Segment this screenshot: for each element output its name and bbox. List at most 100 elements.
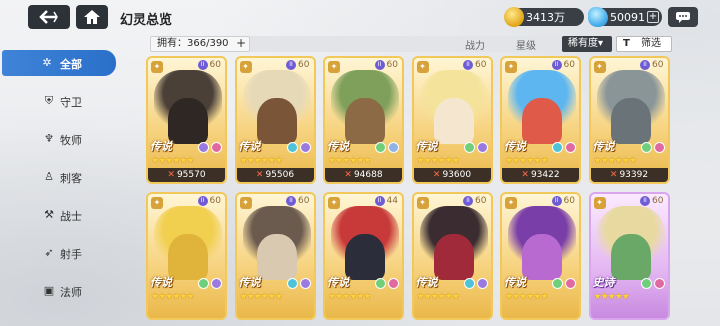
home-button[interactable] xyxy=(76,5,108,29)
sidebar-item-mage[interactable]: ▣ 法师 xyxy=(12,278,116,304)
element-icon xyxy=(653,142,665,153)
star-rating: ★★★★★ xyxy=(593,292,630,302)
hero-level: II 60 xyxy=(197,60,221,70)
hero-level: II 60 xyxy=(286,60,310,70)
sort-tab-rarity[interactable]: 稀有度▾ xyxy=(562,36,612,52)
rarity-label: 传说 xyxy=(415,276,438,289)
tier-icon: II xyxy=(640,60,651,70)
hero-grid: ✦ II 60 传说 ★★★★★★ ✕ 95570 ✦ II 60 传说 ★★★★… xyxy=(146,56,676,326)
staff-icon: ♆ xyxy=(44,132,54,145)
rarity-label: 传说 xyxy=(504,276,526,289)
sidebar-item-guardian[interactable]: ⛨ 守卫 xyxy=(12,88,116,114)
hero-card[interactable]: ✦ II 60 传说 ★★★★★★ xyxy=(146,192,227,320)
hero-card[interactable]: ✦ II 60 传说 ★★★★★★ xyxy=(234,192,316,320)
power-bar: ✕ 95506 xyxy=(236,168,314,182)
element-icon xyxy=(552,278,563,289)
hero-body xyxy=(522,98,562,144)
class-icon: ✦ xyxy=(239,197,252,209)
gem-icon xyxy=(588,7,608,27)
hero-level: II 60 xyxy=(640,60,664,70)
hero-body xyxy=(433,98,474,144)
element-icon xyxy=(552,142,563,153)
back-button[interactable] xyxy=(28,5,70,29)
sidebar-item-all[interactable]: ✲ 全部 xyxy=(2,50,116,76)
rarity-label: 传说 xyxy=(238,276,261,289)
element-icon xyxy=(286,278,298,289)
hood-icon: ♙ xyxy=(44,170,54,183)
gold-counter: 3413万 xyxy=(504,7,584,27)
hero-level: II 60 xyxy=(551,60,575,70)
hero-level: II 60 xyxy=(640,196,664,206)
power-bar: ✕ 93422 xyxy=(502,168,579,182)
sort-tab-stars[interactable]: 星级 xyxy=(516,37,536,52)
back-arrow-icon xyxy=(39,10,58,24)
sort-tab-power[interactable]: 战力 xyxy=(465,37,485,52)
hero-level: II 44 xyxy=(374,196,398,206)
class-icon: ✦ xyxy=(416,197,429,209)
level-value: 60 xyxy=(475,60,487,70)
add-gems-button[interactable]: + xyxy=(647,11,659,23)
rarity-label: 传说 xyxy=(150,140,172,153)
power-bar: ✕ 95570 xyxy=(148,168,225,182)
sword-icon: ✕ xyxy=(344,170,352,180)
hero-body xyxy=(168,98,208,144)
star-rating: ★★★★★★ xyxy=(151,292,194,302)
hero-card[interactable]: ✦ II 60 传说 ★★★★★★ ✕ 93600 xyxy=(411,56,493,184)
star-rating: ★★★★★★ xyxy=(328,292,371,302)
element-icon xyxy=(299,142,311,153)
level-value: 60 xyxy=(298,60,310,70)
sidebar-item-assassin[interactable]: ♙ 刺客 xyxy=(12,164,116,190)
rarity-label: 传说 xyxy=(504,140,526,153)
element-icon xyxy=(286,142,298,153)
sword-icon: ✕ xyxy=(167,170,175,180)
hero-card[interactable]: ✦ II 44 传说 ★★★★★★ xyxy=(323,192,404,320)
sidebar-item-archer[interactable]: ➶ 射手 xyxy=(12,240,116,266)
power-value: 94688 xyxy=(353,170,383,180)
element-icon xyxy=(388,278,399,289)
power-bar: ✕ 94688 xyxy=(325,168,402,182)
hero-level: II 60 xyxy=(463,196,487,206)
hero-card[interactable]: ✦ II 60 传说 ★★★★★★ xyxy=(500,192,581,320)
filter-button[interactable]: T 筛选 xyxy=(616,36,672,52)
tier-icon: II xyxy=(197,60,208,70)
hero-card[interactable]: ✦ II 60 传说 ★★★★★★ xyxy=(411,192,493,320)
element-icon xyxy=(388,142,399,153)
class-icon: ✦ xyxy=(151,61,163,73)
rarity-label: 传说 xyxy=(415,140,438,153)
element-icon xyxy=(375,142,386,153)
class-icon: ✦ xyxy=(239,61,252,73)
rarity-label: 传说 xyxy=(150,276,172,289)
hero-card[interactable]: ✦ II 60 传说 ★★★★★★ ✕ 94688 xyxy=(323,56,404,184)
tier-icon: II xyxy=(551,60,562,70)
star-rating: ★★★★★★ xyxy=(416,292,460,302)
level-value: 60 xyxy=(209,196,221,206)
sidebar-item-warrior[interactable]: ⚒ 战士 xyxy=(12,202,116,228)
sidebar-item-priest[interactable]: ♆ 牧师 xyxy=(12,126,116,152)
hero-body xyxy=(168,234,208,280)
hero-card[interactable]: ✦ II 60 史诗 ★★★★★ xyxy=(588,192,670,320)
element-icon xyxy=(565,278,576,289)
home-icon xyxy=(84,10,100,24)
tier-icon: II xyxy=(286,196,297,206)
chat-button[interactable] xyxy=(668,7,698,27)
star-icon: ✲ xyxy=(42,56,52,69)
expand-owned-button[interactable]: + xyxy=(234,37,248,51)
level-value: 60 xyxy=(563,60,575,70)
page-title: 幻灵总览 xyxy=(120,13,173,28)
hero-card[interactable]: ✦ II 60 传说 ★★★★★★ ✕ 93422 xyxy=(500,56,581,184)
hero-card[interactable]: ✦ II 60 传说 ★★★★★★ ✕ 95506 xyxy=(234,56,316,184)
class-icon: ✦ xyxy=(328,197,340,209)
sidebar-item-label: 战士 xyxy=(60,210,82,223)
element-icon xyxy=(211,278,222,289)
hero-card[interactable]: ✦ II 60 传说 ★★★★★★ ✕ 93392 xyxy=(588,56,670,184)
class-icon: ✦ xyxy=(505,61,517,73)
class-sidebar: ✲ 全部 ⛨ 守卫 ♆ 牧师 ♙ 刺客 ⚒ 战士 ➶ 射手 ▣ 法师 xyxy=(0,48,120,326)
rarity-label: 史诗 xyxy=(592,276,615,289)
element-icon xyxy=(476,278,488,289)
level-value: 60 xyxy=(209,60,221,70)
power-value: 93600 xyxy=(442,170,472,180)
hero-level: II 60 xyxy=(374,60,398,70)
hero-level: II 60 xyxy=(551,196,575,206)
hero-card[interactable]: ✦ II 60 传说 ★★★★★★ ✕ 95570 xyxy=(146,56,227,184)
power-bar: ✕ 93392 xyxy=(590,168,668,182)
